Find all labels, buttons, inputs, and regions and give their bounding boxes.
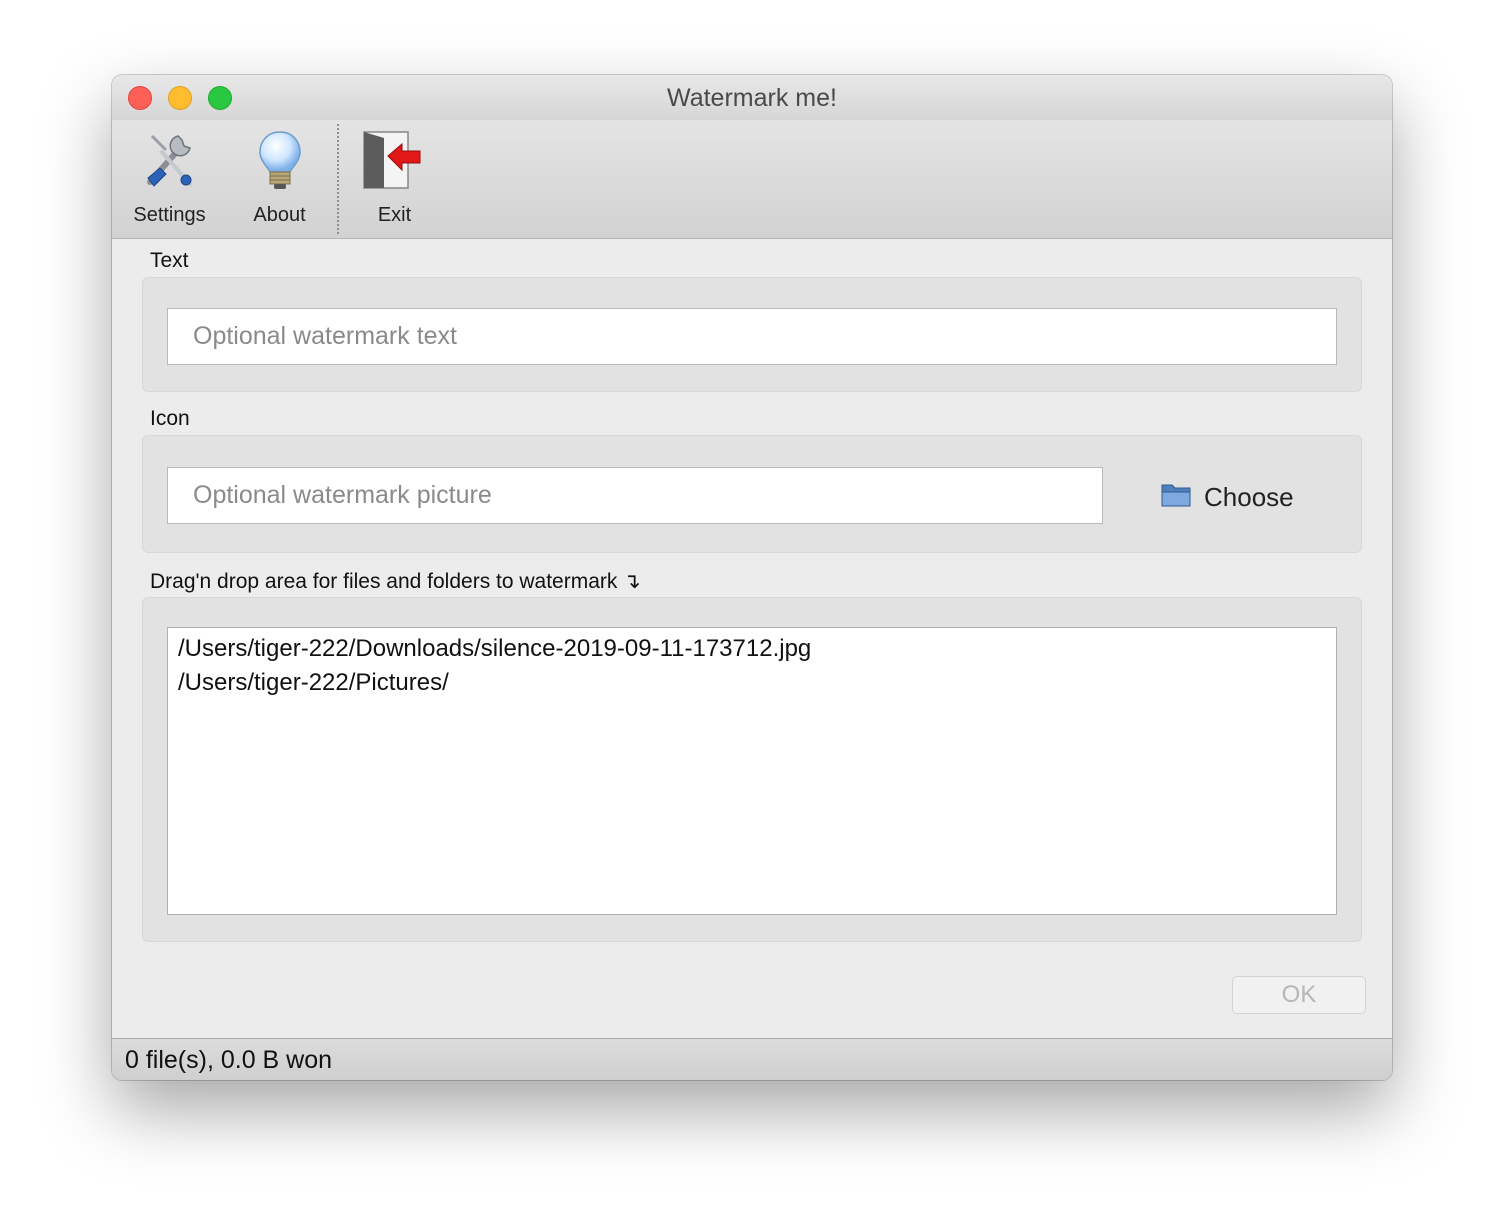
settings-tools-icon xyxy=(147,134,192,187)
exit-button[interactable]: Exit xyxy=(352,120,437,238)
window-title: Watermark me! xyxy=(667,84,837,112)
lightbulb-icon xyxy=(259,131,301,189)
icon-section-label: Icon xyxy=(150,407,190,430)
toolbar-separator xyxy=(337,124,339,234)
about-button[interactable]: About xyxy=(232,120,327,238)
drop-area-list[interactable]: /Users/tiger-222/Downloads/silence-2019-… xyxy=(167,627,1337,915)
list-item[interactable]: /Users/tiger-222/Downloads/silence-2019-… xyxy=(178,632,1336,666)
exit-label: Exit xyxy=(377,204,412,226)
toolbar: Settings About Exit xyxy=(112,120,1392,239)
title-bar[interactable]: Watermark me! xyxy=(112,75,1392,121)
settings-label: Settings xyxy=(133,204,206,226)
watermark-picture-input[interactable] xyxy=(167,467,1103,524)
choose-button[interactable]: Choose xyxy=(1160,468,1310,528)
folder-icon xyxy=(1161,484,1191,507)
ok-button[interactable]: OK xyxy=(1232,976,1366,1014)
exit-door-icon xyxy=(363,131,421,189)
choose-label: Choose xyxy=(1204,482,1294,512)
about-label: About xyxy=(253,204,306,226)
status-bar: 0 file(s), 0.0 B won xyxy=(112,1038,1392,1080)
watermark-text-input[interactable] xyxy=(167,308,1337,365)
drop-section-label: Drag'n drop area for files and folders t… xyxy=(150,570,641,593)
app-window: Watermark me! Settings About Exit Text O… xyxy=(112,75,1392,1080)
status-text: 0 file(s), 0.0 B won xyxy=(125,1046,333,1074)
list-item[interactable]: /Users/tiger-222/Pictures/ xyxy=(178,666,1336,700)
settings-button[interactable]: Settings xyxy=(122,120,217,238)
text-section-label: Text xyxy=(150,249,189,272)
